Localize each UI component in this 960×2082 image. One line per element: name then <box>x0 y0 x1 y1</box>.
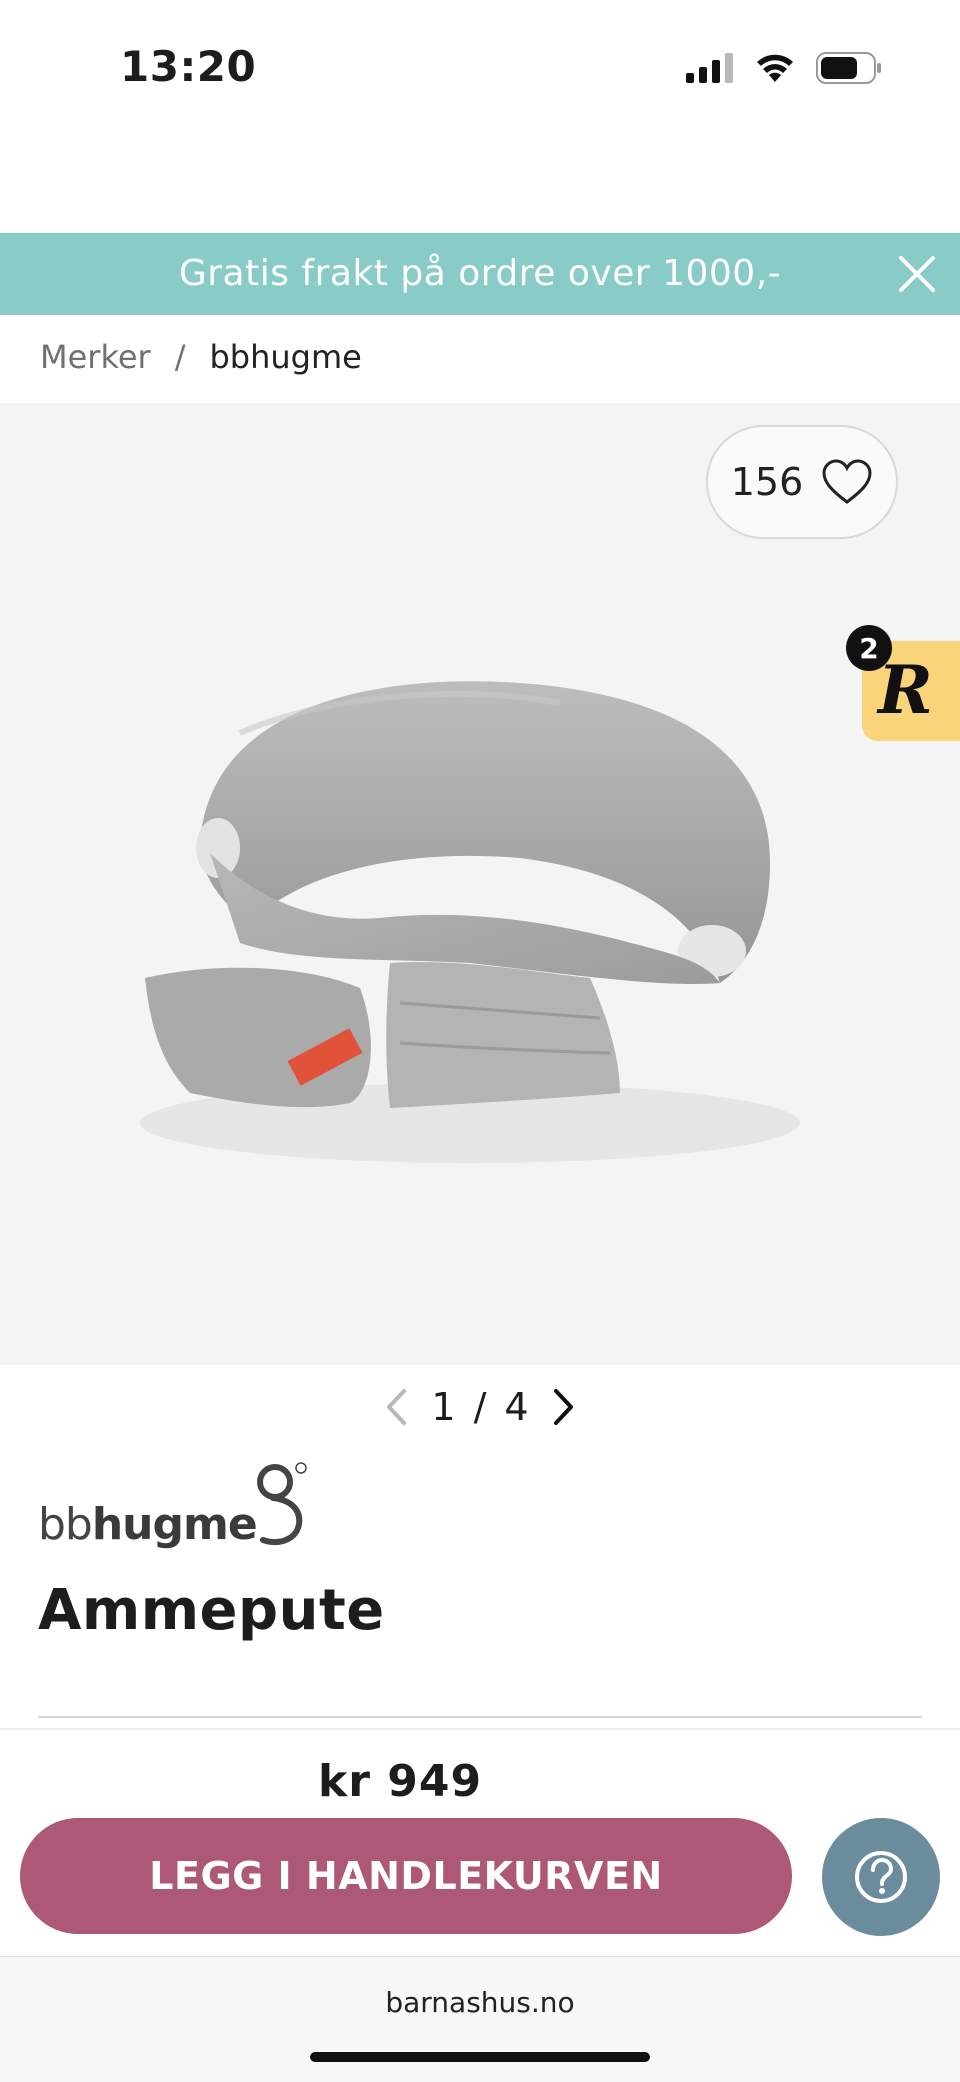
favorite-count: 156 <box>730 460 804 504</box>
favorite-button[interactable]: 156 <box>706 425 898 539</box>
breadcrumb-separator: / <box>174 338 186 376</box>
add-to-cart-button[interactable]: LEGG I HANDLEKURVEN <box>20 1818 792 1934</box>
brand-logo-text-bold: hugme <box>91 1499 258 1550</box>
battery-icon <box>816 52 881 84</box>
rewards-badge: 2 <box>846 625 892 671</box>
browser-bottom-bar <box>0 1956 960 2082</box>
home-indicator[interactable] <box>310 2052 650 2062</box>
divider <box>38 1716 922 1718</box>
signal-icon <box>686 53 733 83</box>
heart-icon <box>822 459 872 504</box>
breadcrumb: Merker / bbhugme <box>40 338 362 376</box>
promo-banner: Gratis frakt på ordre over 1000,- <box>0 233 960 315</box>
close-icon[interactable] <box>896 253 938 295</box>
url-field[interactable]: barnashus.no <box>0 1986 960 2019</box>
brand-logo-text-light: bb <box>38 1499 93 1550</box>
chevron-right-icon <box>553 1389 573 1425</box>
breadcrumb-current[interactable]: bbhugme <box>209 338 361 376</box>
product-price: kr 949 <box>317 1756 483 1807</box>
brand-logo-mark-icon <box>256 1462 307 1545</box>
product-gallery[interactable]: 156 R 2 <box>0 403 960 1365</box>
gallery-pagination: 1 / 4 <box>0 1385 960 1429</box>
product-image <box>140 681 800 1163</box>
status-time: 13:20 <box>120 42 257 91</box>
pagination-current: 1 <box>431 1385 456 1429</box>
pagination-total: 4 <box>504 1385 529 1429</box>
status-icons <box>686 52 882 84</box>
help-button[interactable] <box>822 1818 940 1936</box>
question-icon <box>855 1851 907 1903</box>
prev-image-button[interactable] <box>379 1385 413 1429</box>
pagination-separator: / <box>473 1385 487 1429</box>
next-image-button[interactable] <box>547 1385 581 1429</box>
wifi-icon <box>757 54 793 82</box>
breadcrumb-link-merker[interactable]: Merker <box>40 338 151 376</box>
product-title: Ammepute <box>38 1578 385 1643</box>
chevron-left-icon <box>387 1389 407 1425</box>
brand-logo[interactable]: bbhugme <box>38 1458 309 1550</box>
brand-logo-text: bbhugme <box>38 1499 258 1550</box>
promo-text: Gratis frakt på ordre over 1000,- <box>178 253 782 294</box>
